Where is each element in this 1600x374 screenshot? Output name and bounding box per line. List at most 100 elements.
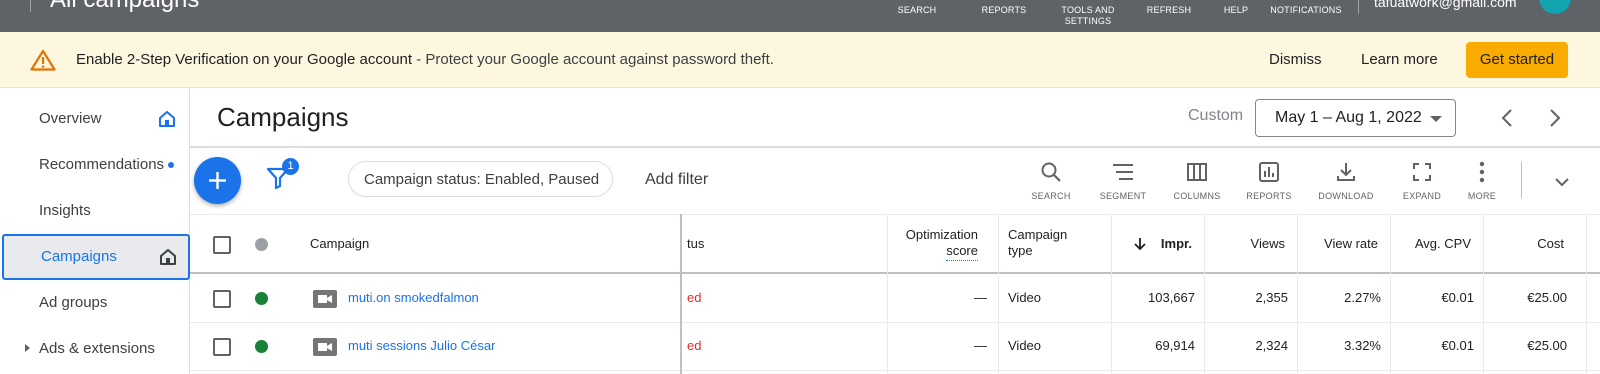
date-range-picker[interactable]: May 1 – Aug 1, 2022: [1255, 99, 1456, 137]
sort-descending-icon: [1134, 238, 1146, 251]
download-tool-button[interactable]: DOWNLOAD: [1314, 158, 1378, 204]
status-header-dot: [255, 238, 268, 251]
sidebar-item-recommendations[interactable]: Recommendations: [0, 142, 190, 188]
sidebar-item-campaigns[interactable]: Campaigns: [2, 234, 190, 280]
top-bar: All campaigns SEARCH REPORTS TOOLS AND S…: [0, 0, 1600, 32]
date-range-label: Custom: [1188, 107, 1244, 124]
column-header-view-rate[interactable]: View rate: [1297, 215, 1387, 275]
enabled-status-dot[interactable]: [255, 340, 268, 353]
table-row[interactable]: muti sessions Julio César ed — Video 69,…: [190, 323, 1600, 371]
header-divider: [190, 146, 1600, 148]
segment-icon: [1113, 164, 1133, 180]
impressions-cell: 69,914: [1155, 338, 1195, 353]
expand-caret-icon[interactable]: [25, 344, 30, 352]
column-header-label: Views: [1250, 236, 1285, 251]
tool-label: DOWNLOAD: [1318, 191, 1374, 201]
column-header-label: Campaign type: [1008, 227, 1067, 259]
sidebar-item-label: Campaigns: [41, 248, 117, 265]
topbar-refresh[interactable]: REFRESH: [1146, 5, 1192, 16]
tool-label: REPORTS: [1246, 191, 1292, 201]
filter-chip-campaign-status[interactable]: Campaign status: Enabled, Paused: [348, 161, 613, 197]
column-header-line: Campaign: [1008, 227, 1068, 242]
add-campaign-button[interactable]: [194, 157, 241, 204]
sidebar: Overview Recommendations Insights Campai…: [0, 89, 190, 374]
sidebar-item-ad-groups[interactable]: Ad groups: [0, 280, 190, 326]
banner-detail: - Protect your Google account against pa…: [412, 51, 774, 68]
search-tool-button[interactable]: SEARCH: [1019, 158, 1083, 204]
column-header-campaign[interactable]: Campaign: [310, 215, 510, 275]
expand-icon: [1413, 163, 1431, 181]
sidebar-item-label: Ad groups: [39, 294, 108, 311]
next-period-icon[interactable]: [1542, 106, 1566, 130]
avg-cpv-cell: €0.01: [1441, 290, 1474, 305]
tool-label: MORE: [1467, 191, 1497, 201]
column-header-campaign-type[interactable]: Campaign type: [1008, 215, 1108, 275]
date-range-value: May 1 – Aug 1, 2022: [1275, 109, 1422, 126]
column-header-impressions[interactable]: Impr.: [1111, 215, 1201, 275]
expand-tool-button[interactable]: EXPAND: [1390, 158, 1454, 204]
topbar-help[interactable]: HELP: [1223, 5, 1249, 16]
column-header-cost[interactable]: Cost: [1483, 215, 1573, 275]
tool-label: SEARCH: [1031, 191, 1071, 201]
column-header-line: Optimization: [905, 227, 978, 242]
column-header-status[interactable]: tus: [687, 215, 747, 275]
campaigns-table: Campaign tus Optimization score Campaign…: [190, 214, 1600, 374]
columns-icon: [1187, 163, 1207, 181]
column-header-optimization-score[interactable]: Optimization score: [887, 215, 987, 275]
column-header-line: score: [946, 243, 978, 261]
plus-icon: [209, 172, 226, 189]
topbar-tools-and-settings[interactable]: TOOLS AND SETTINGS: [1055, 5, 1121, 27]
topbar-reports[interactable]: REPORTS: [979, 5, 1029, 16]
learn-more-button[interactable]: Learn more: [1361, 51, 1438, 68]
get-started-button[interactable]: Get started: [1466, 42, 1568, 78]
table-row[interactable]: muti.on smokedfalmon ed — Video 103,667 …: [190, 275, 1600, 323]
impressions-cell: 103,667: [1148, 290, 1195, 305]
topbar-divider: [30, 0, 31, 12]
frozen-column-edge: [680, 214, 682, 374]
sidebar-item-ads-extensions[interactable]: Ads & extensions: [0, 326, 190, 372]
column-header-label: View rate: [1324, 236, 1378, 251]
previous-period-icon[interactable]: [1496, 106, 1520, 130]
reports-tool-button[interactable]: REPORTS: [1237, 158, 1301, 204]
account-email[interactable]: tafuatwork@gmail.com: [1374, 0, 1517, 10]
more-icon: [1479, 161, 1485, 183]
notification-dot: [168, 162, 174, 168]
home-icon: [159, 111, 175, 127]
column-header-avg-cpv[interactable]: Avg. CPV: [1390, 215, 1480, 275]
campaign-type-cell: Video: [1008, 338, 1042, 353]
topbar-search[interactable]: SEARCH: [897, 5, 937, 16]
avg-cpv-cell: €0.01: [1441, 338, 1474, 353]
more-tool-button[interactable]: MORE: [1450, 158, 1514, 204]
column-header-label: tus: [687, 236, 705, 251]
cost-cell: €25.00: [1527, 290, 1567, 305]
select-all-checkbox[interactable]: [213, 236, 231, 254]
row-checkbox[interactable]: [213, 338, 231, 356]
sidebar-item-insights[interactable]: Insights: [0, 188, 190, 234]
add-filter-button[interactable]: Add filter: [645, 171, 708, 189]
video-campaign-icon: [313, 338, 337, 356]
filter-count-badge: 1: [282, 158, 299, 175]
sidebar-item-label: Insights: [39, 202, 91, 219]
topbar-notifications[interactable]: NOTIFICATIONS: [1270, 5, 1342, 16]
avatar[interactable]: [1539, 0, 1571, 14]
filter-chip-label: Campaign status: Enabled, Paused: [364, 171, 600, 188]
tool-label: EXPAND: [1402, 191, 1442, 201]
campaign-name-link[interactable]: muti.on smokedfalmon: [348, 290, 479, 305]
dismiss-button[interactable]: Dismiss: [1269, 51, 1322, 68]
enabled-status-dot[interactable]: [255, 292, 268, 305]
column-header-label: Avg. CPV: [1414, 236, 1471, 251]
sidebar-item-overview[interactable]: Overview: [0, 96, 190, 142]
row-checkbox[interactable]: [213, 290, 231, 308]
verification-banner: Enable 2-Step Verification on your Googl…: [0, 32, 1600, 88]
columns-tool-button[interactable]: COLUMNS: [1165, 158, 1229, 204]
chevron-down-icon[interactable]: [1553, 173, 1571, 191]
cost-cell: €25.00: [1527, 338, 1567, 353]
page-title: Campaigns: [217, 102, 349, 132]
column-header-label: Cost: [1537, 236, 1564, 251]
optimization-score-cell: —: [974, 290, 987, 305]
campaign-name-link[interactable]: muti sessions Julio César: [348, 338, 495, 353]
campaign-type-cell: Video: [1008, 290, 1042, 305]
column-header-views[interactable]: Views: [1204, 215, 1294, 275]
banner-title: Enable 2-Step Verification on your Googl…: [76, 51, 413, 68]
segment-tool-button[interactable]: SEGMENT: [1091, 158, 1155, 204]
